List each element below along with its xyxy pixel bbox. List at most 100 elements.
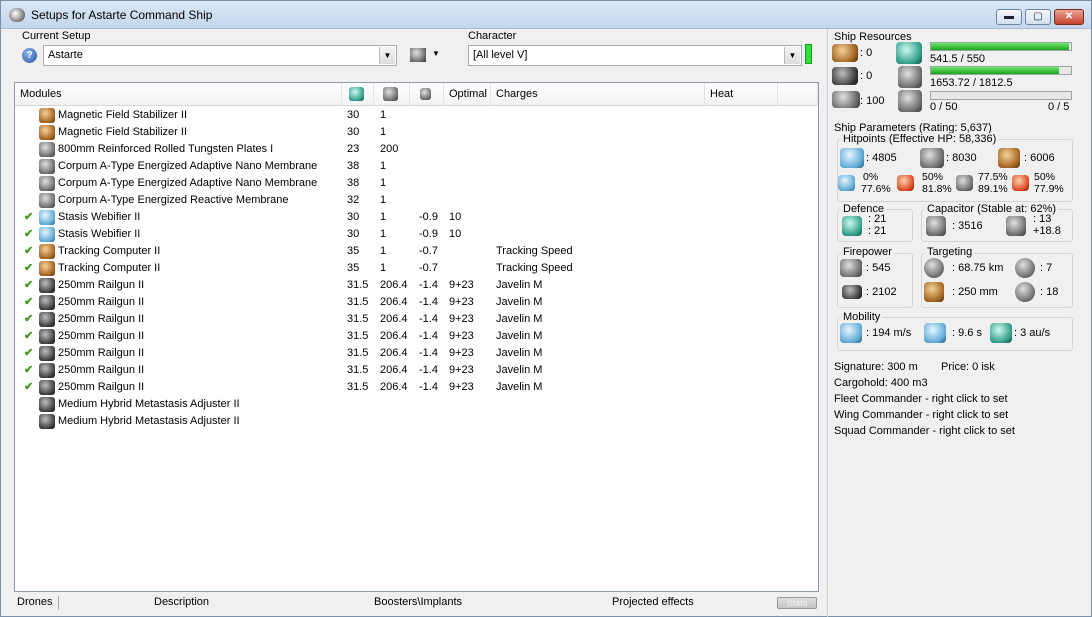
tab-boosters-implants[interactable]: Boosters\Implants — [374, 594, 462, 612]
help-icon[interactable]: ? — [22, 48, 37, 63]
tab-separator — [58, 596, 59, 610]
tab-description[interactable]: Description — [154, 594, 209, 612]
module-powergrid: 1 — [380, 194, 387, 206]
table-row[interactable]: Medium Hybrid Metastasis Adjuster II — [15, 396, 815, 413]
capacitor-icon — [420, 88, 431, 100]
maximize-button[interactable]: ▢ — [1025, 9, 1051, 25]
thermal-icon — [897, 175, 914, 191]
defence-top: : 21 — [868, 213, 887, 225]
table-row[interactable]: ✔ 250mm Railgun II 31.5 206.4 -1.4 9+23 Javeli… — [15, 362, 815, 379]
module-name: Magnetic Field Stabilizer II — [58, 126, 187, 138]
module-cpu: 31.5 — [347, 381, 369, 393]
module-name: 250mm Railgun II — [58, 381, 145, 393]
table-row[interactable]: ✔ 250mm Railgun II 31.5 206.4 -1.4 9+23 Javeli… — [15, 345, 815, 362]
tab-projected-effects[interactable]: Projected effects — [612, 594, 694, 612]
table-row[interactable]: ✔ 250mm Railgun II 31.5 206.4 -1.4 9+23 Javeli… — [15, 328, 815, 345]
module-name: Corpum A-Type Energized Reactive Membran… — [58, 194, 289, 206]
module-capacitor: -1.4 — [419, 330, 438, 342]
module-charges: Javelin M — [496, 279, 543, 291]
module-name: Tracking Computer II — [58, 245, 161, 257]
squad-commander[interactable]: Squad Commander - right click to set — [834, 425, 1015, 437]
table-row[interactable]: ✔ 250mm Railgun II 31.5 206.4 -1.4 9+23 Javeli… — [15, 294, 815, 311]
module-powergrid: 1 — [380, 245, 387, 257]
minimize-button[interactable]: ▬ — [996, 9, 1022, 25]
module-capacitor: -1.4 — [419, 381, 438, 393]
active-check-icon[interactable]: ✔ — [24, 328, 33, 345]
module-name: Corpum A-Type Energized Adaptive Nano Me… — [58, 160, 318, 172]
ship-icon — [410, 48, 426, 62]
stats-button[interactable]: Stats — [777, 597, 817, 609]
module-icon — [39, 244, 55, 259]
module-cpu: 30 — [347, 228, 360, 240]
table-row[interactable]: ✔ 250mm Railgun II 31.5 206.4 -1.4 9+23 Javeli… — [15, 277, 815, 294]
capacitor-icon — [926, 216, 946, 236]
active-check-icon[interactable]: ✔ — [24, 311, 33, 328]
table-row[interactable]: ✔ Tracking Computer II 35 1 -0.7 Tracking Spe… — [15, 260, 815, 277]
cpu-icon — [349, 87, 364, 101]
module-powergrid: 206.4 — [380, 279, 408, 291]
table-row[interactable]: Medium Hybrid Metastasis Adjuster II — [15, 413, 815, 430]
cpu-text: 541.5 / 550 — [930, 53, 986, 65]
current-setup-value: Astarte — [48, 49, 83, 61]
module-powergrid: 1 — [380, 160, 387, 172]
explosive-resist-top: 50% — [1034, 171, 1056, 183]
module-powergrid: 206.4 — [380, 313, 408, 325]
module-powergrid: 206.4 — [380, 330, 408, 342]
header-heat[interactable]: Heat — [705, 83, 778, 106]
module-cpu: 30 — [347, 126, 360, 138]
wing-commander[interactable]: Wing Commander - right click to set — [834, 409, 1008, 421]
module-capacitor: -1.4 — [419, 296, 438, 308]
module-name: Medium Hybrid Metastasis Adjuster II — [58, 415, 240, 427]
powergrid-icon — [898, 66, 922, 88]
header-charges[interactable]: Charges — [491, 83, 705, 106]
current-setup-select[interactable]: Astarte ▼ — [43, 45, 397, 66]
table-row[interactable]: Corpum A-Type Energized Adaptive Nano Me… — [15, 158, 815, 175]
header-powergrid[interactable] — [374, 83, 410, 106]
setup-menu-button[interactable]: ▼ — [408, 47, 442, 65]
chevron-down-icon: ▼ — [432, 49, 440, 58]
explosive-resist-bottom: 77.9% — [1034, 183, 1064, 195]
calibration-icon — [832, 91, 860, 108]
module-capacitor: -0.7 — [419, 262, 438, 274]
active-check-icon[interactable]: ✔ — [24, 226, 33, 243]
active-check-icon[interactable]: ✔ — [24, 260, 33, 277]
active-check-icon[interactable]: ✔ — [24, 277, 33, 294]
launcher-hardpoints: : 0 — [860, 70, 873, 82]
drone-bay-bar — [930, 91, 1072, 100]
setups-window: Setups for Astarte Command Ship ▬ ▢ ✕ Cu… — [0, 0, 1092, 617]
close-button[interactable]: ✕ — [1054, 9, 1084, 25]
module-name: Stasis Webifier II — [58, 228, 141, 240]
character-select[interactable]: [All level V] ▼ — [468, 45, 802, 66]
table-row[interactable]: ✔ 250mm Railgun II 31.5 206.4 -1.4 9+23 Javeli… — [15, 311, 815, 328]
module-powergrid: 1 — [380, 109, 387, 121]
table-row[interactable]: Magnetic Field Stabilizer II 30 1 — [15, 124, 815, 141]
table-row[interactable]: ✔ Tracking Computer II 35 1 -0.7 Tracking Spe… — [15, 243, 815, 260]
table-row[interactable]: ✔ 250mm Railgun II 31.5 206.4 -1.4 9+23 Javeli… — [15, 379, 815, 396]
header-cpu[interactable] — [342, 83, 374, 106]
table-row[interactable]: Corpum A-Type Energized Adaptive Nano Me… — [15, 175, 815, 192]
header-optimal[interactable]: Optimal — [444, 83, 491, 106]
scan-resolution: : 250 mm — [952, 286, 998, 298]
active-check-icon[interactable]: ✔ — [24, 294, 33, 311]
header-capacitor[interactable] — [410, 83, 444, 106]
header-modules[interactable]: Modules — [15, 83, 342, 106]
fleet-commander[interactable]: Fleet Commander - right click to set — [834, 393, 1008, 405]
module-charges: Javelin M — [496, 330, 543, 342]
active-check-icon[interactable]: ✔ — [24, 379, 33, 396]
title-bar[interactable]: Setups for Astarte Command Ship ▬ ▢ ✕ — [1, 1, 1091, 29]
table-row[interactable]: ✔ Stasis Webifier II 30 1 -0.9 10 — [15, 209, 815, 226]
active-check-icon[interactable]: ✔ — [24, 362, 33, 379]
table-row[interactable]: 800mm Reinforced Rolled Tungsten Plates … — [15, 141, 815, 158]
table-row[interactable]: Corpum A-Type Energized Reactive Membran… — [15, 192, 815, 209]
table-row[interactable]: ✔ Stasis Webifier II 30 1 -0.9 10 — [15, 226, 815, 243]
modules-grid: Modules Optimal Charges Heat Magnetic Fi… — [14, 82, 819, 592]
structure-hp-icon — [998, 148, 1020, 168]
module-optimal: 9+23 — [449, 296, 474, 308]
active-check-icon[interactable]: ✔ — [24, 345, 33, 362]
table-row[interactable]: Magnetic Field Stabilizer II 30 1 — [15, 107, 815, 124]
mobility-title: Mobility — [841, 311, 883, 323]
active-check-icon[interactable]: ✔ — [24, 209, 33, 226]
grid-header: Modules Optimal Charges Heat — [15, 83, 818, 106]
active-check-icon[interactable]: ✔ — [24, 243, 33, 260]
tab-drones[interactable]: Drones — [17, 594, 52, 612]
